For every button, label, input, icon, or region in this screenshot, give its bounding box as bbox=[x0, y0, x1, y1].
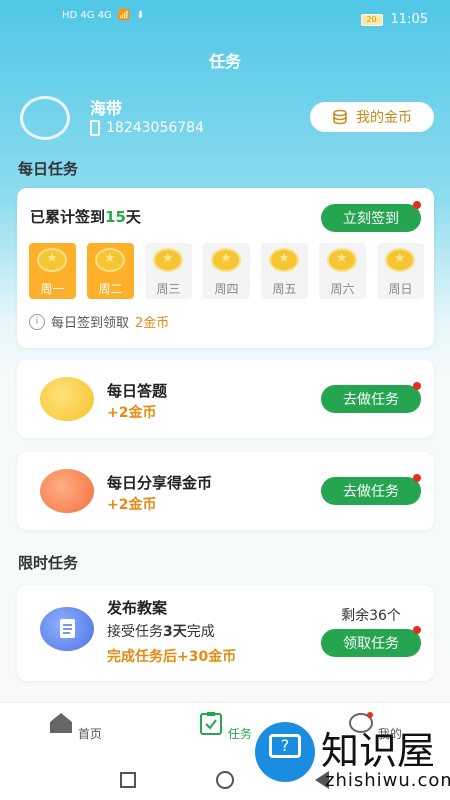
weekday-cell: 周四 bbox=[203, 243, 250, 299]
coin-icon bbox=[153, 248, 183, 272]
page-title: 任务 bbox=[208, 52, 241, 71]
coin-icon bbox=[269, 248, 299, 272]
status-bar: HD 4G 4G 📶 ⬇ 20 11:05 bbox=[0, 0, 450, 40]
weekday-label: 周三 bbox=[156, 282, 181, 296]
signin-summary: 已累计签到15天 bbox=[30, 208, 141, 226]
coin-stack-icon bbox=[333, 109, 347, 125]
signin-tip: i 每日签到领取 2金币 bbox=[29, 312, 169, 331]
nav-task-label: 任务 bbox=[227, 727, 252, 741]
task-reward: 完成任务后+30金币 bbox=[107, 649, 237, 665]
do-task-button[interactable]: 去做任务 bbox=[321, 474, 421, 505]
task-reward: +2金币 bbox=[107, 405, 157, 421]
clock: 11:05 bbox=[390, 12, 428, 27]
claim-task-button[interactable]: 领取任务 bbox=[321, 626, 421, 657]
wifi-icon: 📶 bbox=[117, 10, 131, 21]
signin-button-label: 立刻签到 bbox=[343, 211, 399, 227]
notification-dot bbox=[413, 474, 421, 482]
do-task-label: 去做任务 bbox=[343, 392, 399, 408]
phone-row: 18243056784 bbox=[90, 120, 204, 136]
nav-task[interactable]: 任务 bbox=[190, 711, 260, 742]
watermark: ? 知识屋 zhishiwu.com bbox=[255, 720, 450, 800]
weekday-cell: 周日 bbox=[377, 243, 424, 299]
task-card-share: 每日分享得金币 +2金币 去做任务 bbox=[17, 452, 434, 530]
nav-home-label: 首页 bbox=[77, 727, 102, 741]
notification-dot bbox=[413, 201, 421, 209]
do-task-button[interactable]: 去做任务 bbox=[321, 382, 421, 413]
nav-home[interactable]: 首页 bbox=[40, 711, 110, 742]
watermark-en: zhishiwu.com bbox=[325, 770, 450, 791]
weekday-cell: 周六 bbox=[319, 243, 366, 299]
info-icon: i bbox=[29, 313, 45, 330]
limited-task-card: 发布教案 接受任务3天完成 完成任务后+30金币 剩余36个 领取任务 bbox=[17, 585, 434, 681]
remaining-count: 剩余36个 bbox=[341, 608, 401, 624]
daily-section-title: 每日任务 bbox=[18, 160, 79, 178]
coin-icon bbox=[327, 248, 357, 272]
notification-dot bbox=[413, 382, 421, 390]
weekday-cell: 周三 bbox=[145, 243, 192, 299]
claim-task-label: 领取任务 bbox=[343, 636, 399, 652]
weekday-label: 周五 bbox=[272, 282, 297, 296]
signin-card: 已累计签到15天 立刻签到 周一 周二 周三 周四 周五 周六 周日 i 每日签到领取2金币 bbox=[17, 188, 434, 348]
phone-number: 18243056784 bbox=[106, 120, 204, 136]
watermark-cn: 知识屋 bbox=[321, 729, 436, 773]
signal-label: HD 4G 4G bbox=[62, 10, 112, 21]
weekday-cell: 周一 bbox=[29, 243, 76, 299]
document-icon bbox=[40, 607, 94, 651]
coin-icon bbox=[211, 248, 241, 272]
phone-icon bbox=[90, 120, 100, 136]
weekday-label: 周六 bbox=[330, 282, 355, 296]
limited-section-title: 限时任务 bbox=[18, 554, 79, 572]
battery-icon: 20 bbox=[360, 13, 383, 26]
home-icon bbox=[50, 713, 73, 733]
avatar[interactable] bbox=[20, 96, 70, 140]
task-clipboard-icon bbox=[200, 712, 223, 735]
weekday-label: 周二 bbox=[98, 282, 123, 296]
recent-apps-button[interactable] bbox=[120, 772, 136, 788]
user-name: 海带 bbox=[90, 99, 123, 118]
notification-dot bbox=[413, 626, 421, 634]
task-requirement: 接受任务3天完成 bbox=[107, 624, 215, 640]
signin-button[interactable]: 立刻签到 bbox=[321, 201, 421, 232]
task-title: 每日答题 bbox=[107, 382, 168, 400]
coin-icon bbox=[385, 248, 415, 272]
signin-days: 15 bbox=[105, 208, 126, 226]
my-coins-button[interactable]: 我的金币 bbox=[310, 102, 434, 132]
weekday-label: 周日 bbox=[388, 282, 413, 296]
coin-icon bbox=[37, 248, 67, 272]
task-reward: +2金币 bbox=[107, 497, 157, 513]
signal-indicators: HD 4G 4G 📶 ⬇ bbox=[62, 10, 145, 21]
do-task-label: 去做任务 bbox=[343, 484, 399, 500]
weekday-label: 周四 bbox=[214, 282, 239, 296]
weekday-label: 周一 bbox=[40, 282, 65, 296]
task-title: 发布教案 bbox=[107, 599, 168, 617]
weekday-cell: 周二 bbox=[87, 243, 134, 299]
answer-icon bbox=[40, 377, 94, 421]
watermark-logo-icon: ? bbox=[255, 722, 315, 782]
download-icon: ⬇ bbox=[136, 10, 145, 21]
task-card-answer: 每日答题 +2金币 去做任务 bbox=[17, 360, 434, 438]
home-button[interactable] bbox=[216, 771, 234, 789]
share-icon bbox=[40, 469, 94, 513]
task-title: 每日分享得金币 bbox=[107, 474, 213, 492]
weekday-cell: 周五 bbox=[261, 243, 308, 299]
my-coins-label: 我的金币 bbox=[356, 110, 412, 126]
coin-icon bbox=[95, 248, 125, 272]
